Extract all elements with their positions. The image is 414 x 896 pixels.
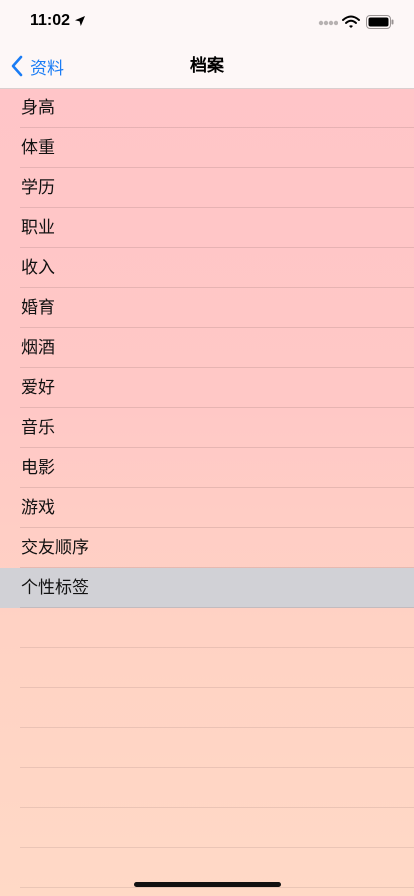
list-item-label: 电影 bbox=[21, 458, 55, 478]
list-item-label: 体重 bbox=[21, 138, 55, 158]
battery-icon bbox=[366, 15, 394, 29]
list-item-height[interactable]: 身高 bbox=[0, 88, 414, 128]
list-item-movies[interactable]: 电影 bbox=[0, 448, 414, 488]
navigation-bar: 资料 档案 bbox=[0, 44, 414, 89]
empty-row bbox=[0, 768, 414, 808]
list-item-label: 烟酒 bbox=[21, 338, 55, 358]
list-item-weight[interactable]: 体重 bbox=[0, 128, 414, 168]
list-item-marriage[interactable]: 婚育 bbox=[0, 288, 414, 328]
list-item-label: 个性标签 bbox=[21, 578, 89, 598]
list-item-label: 身高 bbox=[21, 98, 55, 118]
list-item-smoking-drinking[interactable]: 烟酒 bbox=[0, 328, 414, 368]
list-item-hobbies[interactable]: 爱好 bbox=[0, 368, 414, 408]
list-item-occupation[interactable]: 职业 bbox=[0, 208, 414, 248]
page-title: 档案 bbox=[190, 56, 224, 76]
screen: 11:02 资料 档案 身高 体重 学历 职业 收入 婚育 烟酒 爱好 音乐 电… bbox=[0, 0, 414, 896]
status-time: 11:02 bbox=[30, 12, 71, 29]
empty-row bbox=[0, 688, 414, 728]
list-item-music[interactable]: 音乐 bbox=[0, 408, 414, 448]
profile-list: 身高 体重 学历 职业 收入 婚育 烟酒 爱好 音乐 电影 游戏 交友顺序 个性… bbox=[0, 88, 414, 888]
list-item-label: 职业 bbox=[21, 218, 55, 238]
list-item-label: 游戏 bbox=[21, 498, 55, 518]
empty-row bbox=[0, 648, 414, 688]
empty-row bbox=[0, 728, 414, 768]
location-arrow-icon bbox=[75, 16, 85, 26]
list-item-education[interactable]: 学历 bbox=[0, 168, 414, 208]
list-item-label: 收入 bbox=[21, 258, 55, 278]
status-bar: 11:02 bbox=[0, 0, 414, 44]
empty-row bbox=[0, 808, 414, 848]
list-item-dating-order[interactable]: 交友顺序 bbox=[0, 528, 414, 568]
list-item-personality-tags[interactable]: 个性标签 bbox=[0, 568, 414, 608]
list-item-label: 音乐 bbox=[21, 418, 55, 438]
home-indicator bbox=[134, 882, 281, 887]
empty-row bbox=[0, 608, 414, 648]
list-item-label: 学历 bbox=[21, 178, 55, 198]
list-item-label: 婚育 bbox=[21, 298, 55, 318]
wifi-icon bbox=[342, 15, 360, 28]
cellular-signal-icon bbox=[318, 20, 338, 26]
list-item-label: 交友顺序 bbox=[21, 538, 89, 558]
list-item-games[interactable]: 游戏 bbox=[0, 488, 414, 528]
list-item-income[interactable]: 收入 bbox=[0, 248, 414, 288]
list-item-label: 爱好 bbox=[21, 378, 55, 398]
